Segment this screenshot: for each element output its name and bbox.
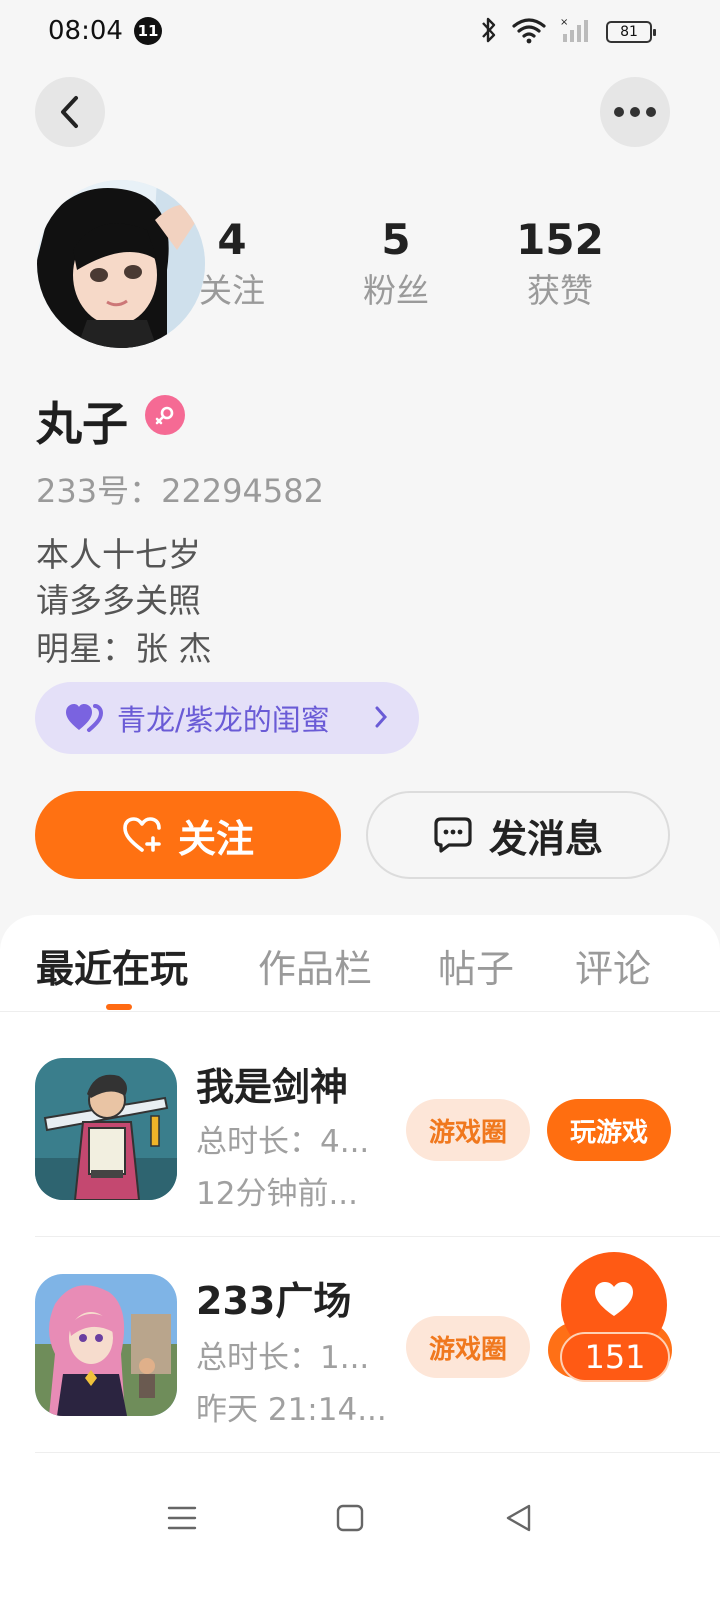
game-icon <box>35 1058 177 1200</box>
heart-plus-icon <box>123 817 161 852</box>
square-icon <box>336 1504 364 1532</box>
stat-likes[interactable]: 152 获赞 <box>500 212 620 314</box>
menu-icon <box>167 1506 197 1530</box>
tab-recently-played[interactable]: 最近在玩 <box>36 938 188 993</box>
chevron-right-icon <box>375 706 388 728</box>
status-bar: 08:04 11 × 81 <box>0 0 720 64</box>
back-nav-button[interactable] <box>498 1498 538 1538</box>
nickname: 丸子 <box>36 397 128 451</box>
follow-button[interactable]: 关注 <box>35 791 341 879</box>
game-circle-button[interactable]: 游戏圈 <box>406 1099 530 1161</box>
row-divider <box>35 1452 720 1453</box>
relation-label: 青龙/紫龙的闺蜜 <box>117 703 330 737</box>
follow-label: 关注 <box>177 816 254 861</box>
like-bubble[interactable]: 151 <box>548 1252 672 1384</box>
battery-icon: 81 <box>606 21 656 43</box>
bio-line: 本人十七岁 <box>36 535 201 574</box>
game-last-played: 昨天 21:14... <box>196 1392 387 1428</box>
row-divider <box>35 1236 720 1237</box>
double-heart-icon <box>66 704 103 732</box>
followers-count: 5 <box>381 215 411 264</box>
svg-text:×: × <box>560 17 568 28</box>
tab-indicator <box>106 1004 132 1010</box>
status-time: 08:04 <box>48 16 123 46</box>
game-duration: 总时长：1... <box>196 1340 370 1376</box>
followers-label: 粉丝 <box>363 271 429 310</box>
tabs-divider <box>0 1011 720 1012</box>
triangle-back-icon <box>506 1504 531 1532</box>
game-duration: 总时长：4... <box>196 1124 370 1160</box>
menu-nav-button[interactable] <box>162 1498 202 1538</box>
more-dots-icon <box>614 107 656 117</box>
female-icon <box>145 395 185 435</box>
chevron-left-icon <box>61 96 78 128</box>
home-nav-button[interactable] <box>330 1498 370 1538</box>
following-label: 关注 <box>199 271 265 310</box>
relation-chip[interactable]: 青龙/紫龙的闺蜜 <box>35 682 419 754</box>
signal-icon: × <box>560 16 592 48</box>
play-game-button[interactable]: 玩游戏 <box>547 1099 671 1161</box>
status-icons: × 81 <box>480 14 656 50</box>
message-button[interactable]: 发消息 <box>366 791 670 879</box>
likes-count: 152 <box>516 215 604 264</box>
game-title: 我是剑神 <box>196 1065 349 1109</box>
game-last-played: 12分钟前... <box>196 1176 359 1212</box>
tab-posts[interactable]: 帖子 <box>438 938 514 993</box>
bluetooth-icon <box>480 16 498 48</box>
following-count: 4 <box>217 215 247 264</box>
stat-following[interactable]: 4 关注 <box>172 212 292 314</box>
notification-badge: 11 <box>134 17 162 45</box>
game-icon <box>35 1274 177 1416</box>
bio-line: 请多多关照 <box>36 581 201 620</box>
wifi-icon <box>512 16 546 48</box>
heart-icon <box>595 1282 633 1316</box>
user-id: 233号：22294582 <box>36 472 324 510</box>
game-title: 233广场 <box>196 1279 352 1323</box>
bio-line: 明星：张 杰 <box>36 629 212 668</box>
back-button[interactable] <box>35 77 105 147</box>
tab-comments[interactable]: 评论 <box>575 938 651 993</box>
stat-followers[interactable]: 5 粉丝 <box>336 212 456 314</box>
game-circle-button[interactable]: 游戏圈 <box>406 1316 530 1378</box>
chat-bubble-icon <box>434 817 472 853</box>
likes-label: 获赞 <box>527 271 593 310</box>
tab-works[interactable]: 作品栏 <box>258 938 372 993</box>
list-item[interactable]: 我是剑神 总时长：4... 12分钟前... 游戏圈 玩游戏 <box>0 1058 720 1274</box>
like-count: 151 <box>560 1332 670 1382</box>
message-label: 发消息 <box>488 816 603 861</box>
more-button[interactable] <box>600 77 670 147</box>
